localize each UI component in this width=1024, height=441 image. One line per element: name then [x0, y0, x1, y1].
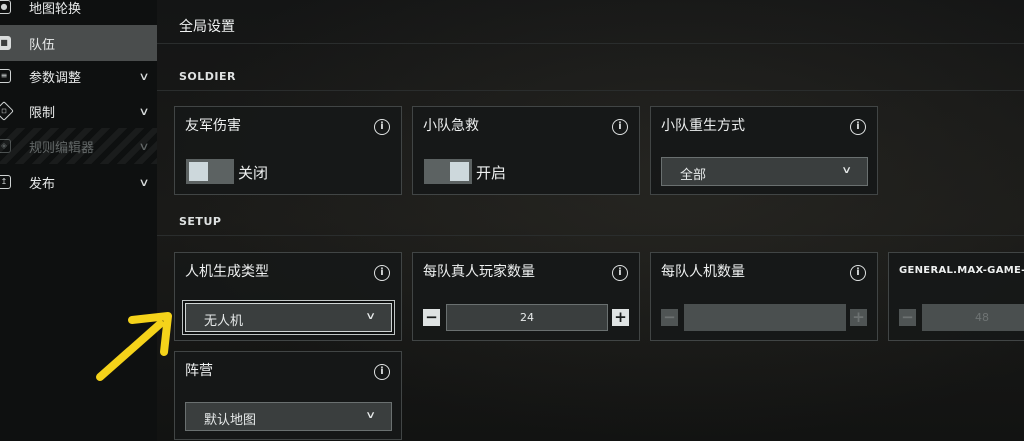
page-title: 全局设置	[179, 19, 235, 35]
info-icon[interactable]: i	[850, 265, 866, 281]
rules-icon: ◈	[0, 139, 11, 153]
max-game-label: GENERAL.MAX-GAME-	[899, 265, 1024, 276]
faction-label: 阵营	[185, 363, 213, 379]
chevron-down-icon: ∨	[840, 165, 852, 176]
friendly-fire-card: 友军伤害 i 关闭	[174, 106, 402, 195]
section-divider	[157, 90, 1024, 91]
human-players-label: 每队真人玩家数量	[423, 264, 535, 280]
sidebar-item-team[interactable]: ■ 队伍	[0, 25, 157, 61]
annotation-arrow-icon	[96, 312, 172, 381]
dropdown-value: 默认地图	[204, 413, 257, 428]
human-players-card: 每队真人玩家数量 i − 24 +	[412, 252, 640, 341]
section-divider	[157, 235, 1024, 236]
chevron-down-icon: ∨	[138, 175, 150, 189]
squad-revive-toggle[interactable]	[424, 159, 472, 184]
decrement-button: −	[661, 309, 678, 326]
publish-icon: ↥	[0, 175, 11, 189]
page-header: 全局设置	[157, 0, 1024, 44]
ai-per-team-label: 每队人机数量	[661, 264, 745, 280]
sidebar-item-label: 发布	[29, 176, 56, 192]
squad-respawn-label: 小队重生方式	[661, 118, 745, 134]
dropdown-value: 无人机	[204, 314, 244, 329]
increment-button[interactable]: +	[612, 309, 629, 326]
sidebar-item-parameters[interactable]: ≡ 参数调整 ∨	[0, 58, 157, 94]
dropdown-value: 全部	[680, 168, 707, 183]
sidebar-item-map-rotation[interactable]: ● 地图轮换	[0, 0, 157, 25]
squad-revive-state: 开启	[476, 164, 507, 182]
squad-revive-card: 小队急救 i 开启	[412, 106, 640, 195]
sidebar-item-label: 限制	[29, 105, 56, 121]
sidebar-item-label: 地图轮换	[29, 1, 82, 17]
section-heading-setup: SETUP	[179, 215, 222, 228]
friendly-fire-toggle[interactable]	[186, 159, 234, 184]
sidebar-item-restrictions[interactable]: ◇ 限制 ∨	[0, 93, 157, 129]
decrement-button: −	[899, 309, 916, 326]
human-players-input[interactable]: 24	[446, 304, 608, 331]
chevron-down-icon: ∨	[138, 69, 150, 83]
chevron-down-icon: ∨	[364, 410, 376, 421]
toggle-knob	[450, 162, 469, 181]
sidebar-item-label: 规则编辑器	[29, 140, 95, 156]
info-icon[interactable]: i	[612, 265, 628, 281]
friendly-fire-state: 关闭	[238, 164, 269, 182]
chevron-down-icon: ∨	[138, 104, 150, 118]
friendly-fire-label: 友军伤害	[185, 118, 241, 134]
squad-respawn-dropdown[interactable]: 全部 ∨	[661, 157, 868, 186]
sidebar-item-label: 参数调整	[29, 70, 82, 86]
decrement-button[interactable]: −	[423, 309, 440, 326]
chevron-down-icon: ∨	[364, 311, 376, 322]
toggle-knob	[189, 162, 208, 181]
faction-card: 阵营 i 默认地图 ∨	[174, 351, 402, 440]
faction-dropdown[interactable]: 默认地图 ∨	[185, 402, 392, 431]
chevron-down-icon: ∨	[138, 139, 150, 153]
ai-spawn-type-card: 人机生成类型 i 无人机 ∨	[174, 252, 402, 341]
main-panel: 全局设置 SOLDIER 友军伤害 i 关闭 小队急救 i 开启 小队重生方式 …	[157, 0, 1024, 441]
sidebar-item-publish[interactable]: ↥ 发布 ∨	[0, 164, 157, 200]
ai-spawn-type-dropdown[interactable]: 无人机 ∨	[185, 303, 392, 332]
info-icon[interactable]: i	[374, 265, 390, 281]
info-icon[interactable]: i	[850, 119, 866, 135]
restrict-icon: ◇	[0, 101, 14, 121]
team-icon: ■	[0, 36, 11, 50]
info-icon[interactable]: i	[374, 119, 390, 135]
sidebar-item-label: 队伍	[29, 37, 56, 53]
squad-respawn-card: 小队重生方式 i 全部 ∨	[650, 106, 878, 195]
max-game-card: GENERAL.MAX-GAME- − 48	[888, 252, 1024, 341]
ai-per-team-input	[684, 304, 846, 331]
sidebar-item-rules-editor: ◈ 规则编辑器 ∨	[0, 128, 157, 164]
squad-revive-label: 小队急救	[423, 118, 479, 134]
sliders-icon: ≡	[0, 69, 11, 83]
ai-spawn-type-label: 人机生成类型	[185, 264, 269, 280]
max-game-input: 48	[922, 304, 1024, 331]
increment-button: +	[850, 309, 867, 326]
ai-per-team-card: 每队人机数量 i − +	[650, 252, 878, 341]
info-icon[interactable]: i	[374, 364, 390, 380]
info-icon[interactable]: i	[612, 119, 628, 135]
map-pin-icon: ●	[0, 0, 11, 14]
section-heading-soldier: SOLDIER	[179, 70, 236, 83]
